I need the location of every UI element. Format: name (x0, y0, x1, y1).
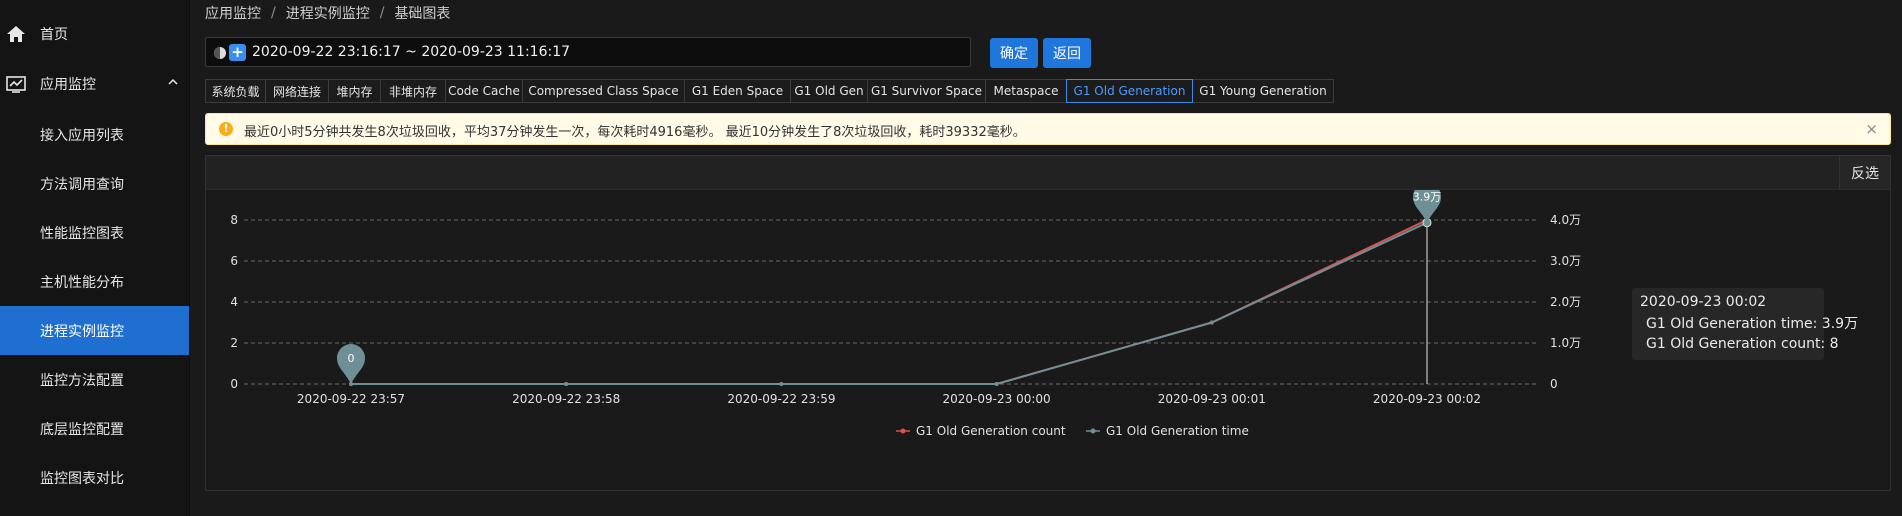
breadcrumb: 应用监控 / 进程实例监控 / 基础图表 (205, 3, 450, 23)
tab-heap[interactable]: 堆内存 (328, 79, 381, 103)
sidebar-item-label: 监控图表对比 (40, 470, 124, 487)
marker-pin: 3.9万 (1413, 190, 1442, 223)
y-right-tick-label: 1.0万 (1550, 336, 1581, 350)
sidebar-item-label: 首页 (40, 26, 68, 43)
monitor-chart-icon (6, 76, 26, 93)
breadcrumb-separator: / (271, 5, 276, 21)
close-icon[interactable]: × (1865, 120, 1878, 138)
x-tick-label: 2020-09-23 00:00 (943, 392, 1051, 406)
y-right-tick-label: 0 (1550, 377, 1558, 391)
sidebar-item-label: 进程实例监控 (40, 323, 124, 340)
series-line-time (351, 221, 1428, 385)
legend-label: G1 Old Generation count (916, 424, 1066, 438)
x-tick-label: 2020-09-22 23:59 (727, 392, 835, 406)
sidebar-item-label: 性能监控图表 (40, 225, 124, 242)
x-tick-label: 2020-09-23 00:02 (1373, 392, 1481, 406)
metric-tabs: 系统负载 网络连接 堆内存 非堆内存 Code Cache Compressed… (205, 79, 1334, 103)
sidebar-item-label: 方法调用查询 (40, 176, 124, 193)
invert-selection-button[interactable]: 反选 (1839, 156, 1890, 189)
tooltip-row-text: G1 Old Generation time: 3.9万 (1646, 316, 1859, 332)
legend-label: G1 Old Generation time (1106, 424, 1249, 438)
tab-g1-survivor[interactable]: G1 Survivor Space (867, 79, 986, 103)
x-tick-label: 2020-09-22 23:57 (297, 392, 405, 406)
sidebar-item-label: 接入应用列表 (40, 127, 124, 144)
x-tick-label: 2020-09-22 23:58 (512, 392, 620, 406)
data-point (994, 382, 999, 386)
marker-pin: 0 (337, 344, 365, 384)
breadcrumb-separator: / (379, 5, 385, 21)
plus-icon[interactable]: + (229, 44, 246, 61)
legend-dot-icon (1090, 428, 1096, 434)
gc-alert: ! 最近0小时5分钟共发生8次垃圾回收，平均37分钟发生一次，每次耗时4916毫… (205, 113, 1891, 145)
date-range-value: 2020-09-22 23:16:17 ~ 2020-09-23 11:16:1… (252, 44, 571, 60)
tab-system-load[interactable]: 系统负载 (205, 79, 266, 103)
tab-g1-old-generation[interactable]: G1 Old Generation (1066, 79, 1193, 103)
sidebar-item-label: 监控方法配置 (40, 372, 124, 389)
x-tick-label: 2020-09-23 00:01 (1158, 392, 1266, 406)
y-left-tick-label: 4 (230, 295, 238, 309)
y-right-tick-label: 2.0万 (1550, 295, 1581, 309)
warning-icon: ! (219, 122, 233, 136)
breadcrumb-item[interactable]: 应用监控 (205, 3, 261, 23)
sidebar-item-app-monitor[interactable]: 应用监控 (0, 59, 189, 108)
tooltip-row: G1 Old Generation count: 8 (1640, 336, 1839, 352)
tab-non-heap[interactable]: 非堆内存 (380, 79, 446, 103)
legend-dot-icon (900, 428, 906, 434)
breadcrumb-item[interactable]: 进程实例监控 (286, 3, 370, 23)
chart-legend: G1 Old Generation count G1 Old Generation… (896, 424, 1249, 438)
marker-label: 0 (348, 352, 355, 365)
data-point (779, 382, 784, 386)
y-left-tick-label: 8 (230, 213, 238, 227)
data-point (564, 382, 569, 386)
sidebar-item-label: 应用监控 (40, 76, 96, 93)
clock-icon[interactable] (213, 46, 227, 60)
date-range-input[interactable]: + 2020-09-22 23:16:17 ~ 2020-09-23 11:16… (205, 37, 971, 67)
sidebar-item-label: 主机性能分布 (40, 274, 124, 291)
tab-network[interactable]: 网络连接 (265, 79, 329, 103)
chart-tooltip: 2020-09-23 00:02 G1 Old Generation time:… (1632, 288, 1858, 360)
sidebar-item-method-query[interactable]: 方法调用查询 (0, 159, 189, 208)
y-right-tick-label: 3.0万 (1550, 254, 1581, 268)
sidebar-item-home[interactable]: 首页 (0, 9, 189, 58)
tab-g1-young-generation[interactable]: G1 Young Generation (1192, 79, 1334, 103)
sidebar-item-label: 底层监控配置 (40, 421, 124, 438)
y-left-tick-label: 0 (230, 377, 238, 391)
y-right-tick-label: 4.0万 (1550, 213, 1581, 227)
sidebar-item-low-level-config[interactable]: 底层监控配置 (0, 404, 189, 453)
tab-compressed-class[interactable]: Compressed Class Space (522, 79, 685, 103)
sidebar-item-perf-chart[interactable]: 性能监控图表 (0, 208, 189, 257)
sidebar-item-app-list[interactable]: 接入应用列表 (0, 110, 189, 159)
main-content: 应用监控 / 进程实例监控 / 基础图表 + 2020-09-22 23:16:… (189, 0, 1902, 516)
chart-toolbar: 反选 (206, 156, 1890, 190)
tooltip-row-text: G1 Old Generation count: 8 (1646, 336, 1839, 352)
y-left-tick-label: 2 (230, 336, 238, 350)
home-icon (7, 26, 25, 42)
y-left-tick-label: 6 (230, 254, 238, 268)
marker-label: 3.9万 (1413, 191, 1442, 204)
alert-message: 最近0小时5分钟共发生8次垃圾回收，平均37分钟发生一次，每次耗时4916毫秒。… (244, 125, 1026, 140)
chevron-up-icon (168, 78, 178, 85)
tab-metaspace[interactable]: Metaspace (985, 79, 1067, 103)
back-button[interactable]: 返回 (1043, 38, 1091, 68)
tab-code-cache[interactable]: Code Cache (445, 79, 523, 103)
tooltip-row: G1 Old Generation time: 3.9万 (1640, 313, 1858, 333)
sidebar-item-process-monitor[interactable]: 进程实例监控 (0, 306, 189, 355)
tooltip-title: 2020-09-23 00:02 (1640, 294, 1767, 310)
tab-g1-eden[interactable]: G1 Eden Space (684, 79, 791, 103)
confirm-button[interactable]: 确定 (990, 38, 1038, 68)
sidebar: 首页 应用监控 接入应用列表 方法调用查询 性能监控图表 主机性能分布 进程实例… (0, 0, 190, 516)
breadcrumb-item: 基础图表 (394, 6, 451, 22)
data-point (1209, 320, 1214, 325)
sidebar-item-chart-compare[interactable]: 监控图表对比 (0, 453, 189, 502)
tab-g1-old-gen[interactable]: G1 Old Gen (790, 79, 868, 103)
sidebar-item-host-perf[interactable]: 主机性能分布 (0, 257, 189, 306)
sidebar-item-method-config[interactable]: 监控方法配置 (0, 355, 189, 404)
